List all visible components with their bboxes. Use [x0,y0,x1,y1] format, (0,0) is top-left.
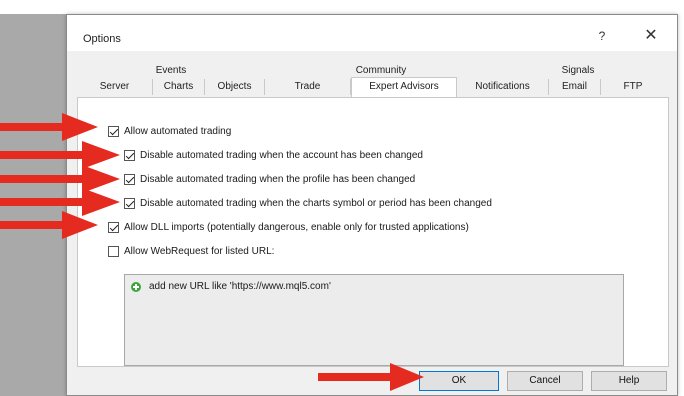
checkbox[interactable] [124,197,135,209]
title-bar: Options ? ✕ [67,15,677,51]
option-allow-automated-trading[interactable]: Allow automated trading [108,124,231,138]
help-icon[interactable]: ? [595,29,609,45]
checkbox[interactable] [108,245,119,257]
checkbox[interactable] [108,125,119,137]
option-label: Allow DLL imports (potentially dangerous… [124,221,469,233]
url-list[interactable]: add new URL like 'https://www.mql5.com' [124,274,624,366]
option-label: Disable automated trading when the profi… [140,173,416,185]
option-label: Allow automated trading [124,125,232,137]
tab-events[interactable]: Events [139,63,203,79]
tab-strip: Events Community Signals Server Charts O… [77,59,667,99]
tab-notifications[interactable]: Notifications [457,79,549,95]
add-url-label: add new URL like 'https://www.mql5.com' [149,281,331,292]
checkbox[interactable] [108,221,119,233]
option-label: Disable automated trading when the chart… [140,197,492,209]
tab-objects[interactable]: Objects [205,79,265,95]
url-list-add-item[interactable]: add new URL like 'https://www.mql5.com' [131,281,331,292]
tab-charts[interactable]: Charts [153,79,205,95]
background-top [0,0,684,14]
ok-button[interactable]: OK [419,371,499,391]
option-allow-dll-imports[interactable]: Allow DLL imports (potentially dangerous… [108,220,469,234]
tab-signals[interactable]: Signals [547,63,609,79]
close-icon[interactable]: ✕ [642,27,660,45]
tab-ftp[interactable]: FTP [601,79,665,95]
option-label: Disable automated trading when the accou… [140,149,423,161]
option-disable-on-symbol-change[interactable]: Disable automated trading when the chart… [124,196,492,210]
checkbox[interactable] [124,149,135,161]
option-allow-webrequest[interactable]: Allow WebRequest for listed URL: [108,244,274,258]
help-button[interactable]: Help [591,371,667,391]
tab-server[interactable]: Server [77,79,153,95]
dialog-title: Options [83,33,121,45]
red-arrow-icon [318,363,424,391]
checkbox[interactable] [124,173,135,185]
options-dialog: Options ? ✕ Events Community Signals Ser… [66,14,678,396]
option-disable-on-profile-change[interactable]: Disable automated trading when the profi… [124,172,415,186]
cancel-button[interactable]: Cancel [507,371,583,391]
option-label: Allow WebRequest for listed URL: [124,245,275,257]
tab-email[interactable]: Email [549,79,601,95]
option-disable-on-account-change[interactable]: Disable automated trading when the accou… [124,148,423,162]
expert-advisors-panel: Allow automated trading Disable automate… [77,97,669,367]
red-arrow-icon [0,211,98,239]
add-green-icon [131,281,141,292]
tab-trade[interactable]: Trade [265,79,351,95]
tab-expert-advisors[interactable]: Expert Advisors [351,77,457,97]
